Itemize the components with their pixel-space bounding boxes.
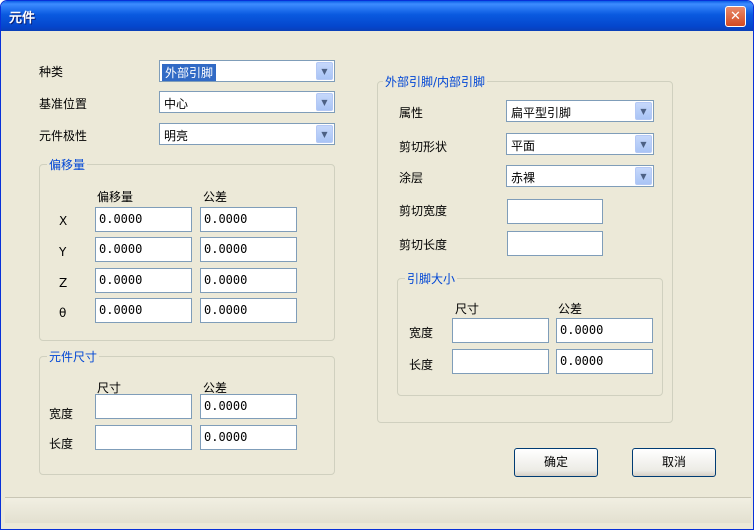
cut-width-input[interactable] xyxy=(507,199,603,224)
title-bar[interactable]: 元件 ✕ xyxy=(1,1,753,31)
size-length-tol-input[interactable]: 0.0000 xyxy=(200,425,297,450)
close-icon[interactable]: ✕ xyxy=(725,6,746,27)
chevron-down-icon[interactable]: ▼ xyxy=(316,93,333,111)
pin-length-input[interactable] xyxy=(452,349,549,374)
coating-value: 赤裸 xyxy=(511,171,536,185)
offset-y-label: Y xyxy=(59,245,67,259)
size-width-tol-input[interactable]: 0.0000 xyxy=(200,394,297,419)
offset-x-label: X xyxy=(59,214,68,228)
offset-theta-label: θ xyxy=(59,306,67,320)
offset-y-input[interactable]: 0.0000 xyxy=(95,237,192,262)
size-width-label: 宽度 xyxy=(49,407,74,421)
polarity-value: 明亮 xyxy=(164,129,189,143)
offset-tol-col-header: 公差 xyxy=(203,190,228,204)
offset-x-tol-input[interactable]: 0.0000 xyxy=(200,207,297,232)
offset-theta-tol-input[interactable]: 0.0000 xyxy=(200,298,297,323)
polarity-label: 元件极性 xyxy=(39,129,88,143)
type-select[interactable]: 外部引脚 ▼ xyxy=(159,60,335,82)
cut-length-label: 剪切长度 xyxy=(399,238,448,252)
attr-label: 属性 xyxy=(399,106,424,120)
cut-shape-value: 平面 xyxy=(511,139,536,153)
pin-group-title: 外部引脚/内部引脚 xyxy=(383,73,488,90)
type-label: 种类 xyxy=(39,65,64,79)
size-length-label: 长度 xyxy=(49,437,74,451)
pin-width-label: 宽度 xyxy=(409,326,434,340)
cancel-button[interactable]: 取消 xyxy=(632,448,716,477)
offset-z-label: Z xyxy=(59,276,68,290)
pin-width-tol-input[interactable]: 0.0000 xyxy=(556,318,653,343)
pin-width-input[interactable] xyxy=(452,318,549,343)
coating-label: 涂层 xyxy=(399,171,424,185)
window-title: 元件 xyxy=(9,11,36,26)
offset-col-header: 偏移量 xyxy=(97,190,134,204)
polarity-select[interactable]: 明亮 ▼ xyxy=(159,123,335,145)
chevron-down-icon[interactable]: ▼ xyxy=(635,102,652,120)
offset-theta-input[interactable]: 0.0000 xyxy=(95,298,192,323)
ok-button[interactable]: 确定 xyxy=(514,448,598,477)
pin-size-group-title: 引脚大小 xyxy=(405,270,458,287)
cut-length-input[interactable] xyxy=(507,231,603,256)
pin-size-col-header: 尺寸 xyxy=(455,302,480,316)
coating-select[interactable]: 赤裸 ▼ xyxy=(506,165,654,187)
cut-shape-select[interactable]: 平面 ▼ xyxy=(506,133,654,155)
size-length-input[interactable] xyxy=(95,425,192,450)
cut-width-label: 剪切宽度 xyxy=(399,204,448,218)
chevron-down-icon[interactable]: ▼ xyxy=(635,167,652,185)
ref-label: 基准位置 xyxy=(39,97,88,111)
pin-length-label: 长度 xyxy=(409,358,434,372)
offset-z-tol-input[interactable]: 0.0000 xyxy=(200,268,297,293)
type-value: 外部引脚 xyxy=(162,64,217,81)
ref-value: 中心 xyxy=(164,97,189,111)
pin-size-tol-col-header: 公差 xyxy=(558,302,583,316)
offset-x-input[interactable]: 0.0000 xyxy=(95,207,192,232)
size-group-title: 元件尺寸 xyxy=(47,348,100,365)
offset-group-title: 偏移量 xyxy=(47,156,88,173)
attr-select[interactable]: 扁平型引脚 ▼ xyxy=(506,100,654,122)
attr-value: 扁平型引脚 xyxy=(511,106,572,120)
cut-shape-label: 剪切形状 xyxy=(399,140,448,154)
offset-z-input[interactable]: 0.0000 xyxy=(95,268,192,293)
chevron-down-icon[interactable]: ▼ xyxy=(316,125,333,143)
size-width-input[interactable] xyxy=(95,394,192,419)
chevron-down-icon[interactable]: ▼ xyxy=(635,135,652,153)
dialog-window: 元件 ✕ 种类 外部引脚 ▼ 基准位置 中心 ▼ 元件极性 明亮 ▼ 偏移量 偏… xyxy=(0,0,754,530)
pin-length-tol-input[interactable]: 0.0000 xyxy=(556,349,653,374)
status-bar xyxy=(5,497,751,523)
ref-select[interactable]: 中心 ▼ xyxy=(159,91,335,113)
chevron-down-icon[interactable]: ▼ xyxy=(316,62,333,80)
offset-y-tol-input[interactable]: 0.0000 xyxy=(200,237,297,262)
